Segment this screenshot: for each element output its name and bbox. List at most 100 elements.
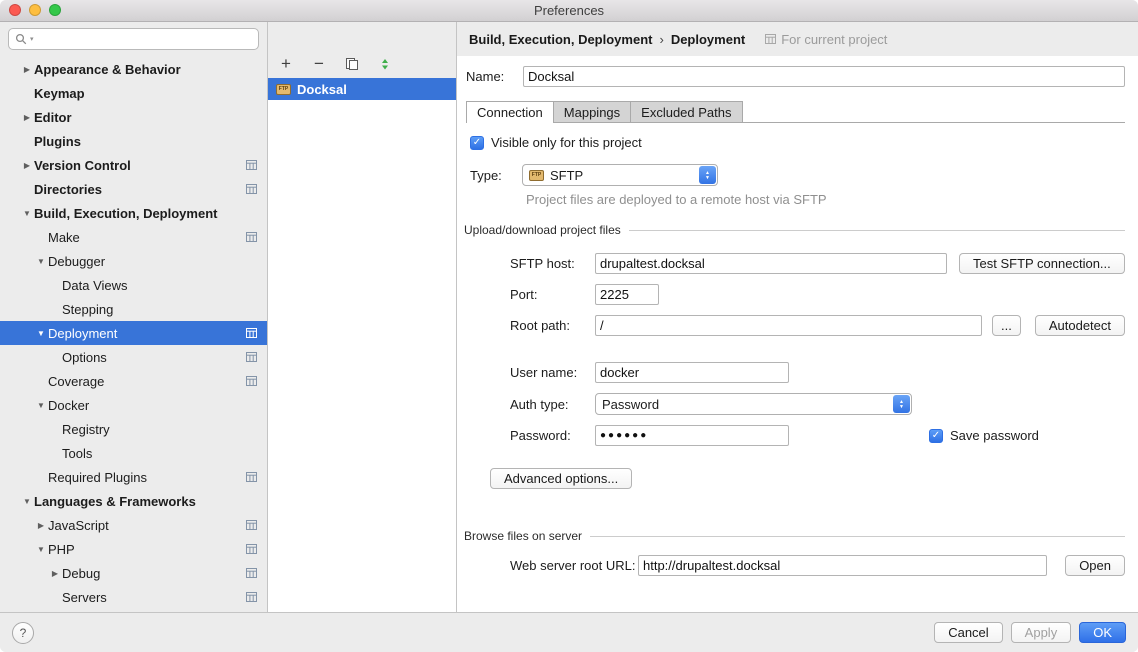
tree-right-arrow-icon[interactable]: ▶ <box>20 113 34 122</box>
server-toolbar: + − <box>268 22 456 78</box>
web-server-root-input[interactable] <box>638 555 1047 576</box>
tree-right-arrow-icon[interactable]: ▶ <box>20 65 34 74</box>
tree-down-arrow-icon[interactable]: ▼ <box>34 401 48 410</box>
advanced-options-row: Advanced options... <box>490 468 1125 489</box>
autodetect-button[interactable]: Autodetect <box>1035 315 1125 336</box>
sidebar-item-registry[interactable]: Registry <box>0 417 267 441</box>
tab-excluded-paths[interactable]: Excluded Paths <box>630 101 742 122</box>
sidebar-item-docker[interactable]: ▼Docker <box>0 393 267 417</box>
server-panel: + − FTPDocksal <box>267 22 457 612</box>
visible-only-row: Visible only for this project <box>470 135 1125 150</box>
web-server-root-row: Web server root URL: Open <box>510 555 1125 576</box>
tab-bar: ConnectionMappingsExcluded Paths <box>466 101 1125 123</box>
visible-only-checkbox[interactable] <box>470 136 484 150</box>
port-input[interactable] <box>595 284 659 305</box>
port-row: Port: <box>510 284 1125 305</box>
sidebar-item-php[interactable]: ▼PHP <box>0 537 267 561</box>
tree-down-arrow-icon[interactable]: ▼ <box>34 257 48 266</box>
breadcrumb-item-current: Deployment <box>671 32 745 47</box>
sidebar-item-build-execution-deployment[interactable]: ▼Build, Execution, Deployment <box>0 201 267 225</box>
web-server-root-label: Web server root URL: <box>510 558 638 573</box>
server-list: FTPDocksal <box>268 78 456 612</box>
sidebar-item-label: Required Plugins <box>48 470 147 485</box>
search-input[interactable] <box>37 30 252 48</box>
title-bar: Preferences <box>0 0 1138 22</box>
password-input[interactable] <box>595 425 789 446</box>
current-project-icon <box>765 34 776 44</box>
search-history-arrow-icon[interactable]: ▾ <box>30 35 34 43</box>
ok-button[interactable]: OK <box>1079 622 1126 643</box>
test-sftp-connection-button[interactable]: Test SFTP connection... <box>959 253 1125 274</box>
settings-tree: ▶Appearance & BehaviorKeymap▶EditorPlugi… <box>0 52 267 612</box>
name-input[interactable] <box>523 66 1125 87</box>
sidebar-item-debugger[interactable]: ▼Debugger <box>0 249 267 273</box>
sidebar-item-appearance-behavior[interactable]: ▶Appearance & Behavior <box>0 57 267 81</box>
browse-root-button[interactable]: ... <box>992 315 1021 336</box>
sidebar-item-debug[interactable]: ▶Debug <box>0 561 267 585</box>
auth-type-dropdown[interactable]: Password ▲▼ <box>595 393 912 415</box>
search-bar[interactable]: ▾ <box>8 28 259 50</box>
sidebar-item-label: Stepping <box>62 302 113 317</box>
close-button[interactable] <box>9 4 21 16</box>
sidebar-item-stepping[interactable]: Stepping <box>0 297 267 321</box>
user-name-input[interactable] <box>595 362 789 383</box>
reorder-servers-button[interactable] <box>377 56 393 72</box>
type-hint: Project files are deployed to a remote h… <box>526 192 1125 207</box>
open-button[interactable]: Open <box>1065 555 1125 576</box>
tree-right-arrow-icon[interactable]: ▶ <box>34 521 48 530</box>
sidebar-item-javascript[interactable]: ▶JavaScript <box>0 513 267 537</box>
sidebar-item-options[interactable]: Options <box>0 345 267 369</box>
sidebar-item-servers[interactable]: Servers <box>0 585 267 609</box>
section-divider <box>590 536 1125 537</box>
root-path-input[interactable] <box>595 315 982 336</box>
tree-right-arrow-icon[interactable]: ▶ <box>48 569 62 578</box>
sidebar-item-make[interactable]: Make <box>0 225 267 249</box>
footer: ? Cancel Apply OK <box>0 612 1138 652</box>
sidebar-item-plugins[interactable]: Plugins <box>0 129 267 153</box>
apply-button[interactable]: Apply <box>1011 622 1072 643</box>
sidebar-item-label: Deployment <box>48 326 117 341</box>
project-settings-icon <box>246 568 257 578</box>
sidebar-item-keymap[interactable]: Keymap <box>0 81 267 105</box>
tab-connection[interactable]: Connection <box>466 101 554 122</box>
help-button[interactable]: ? <box>12 622 34 644</box>
sidebar-item-languages-frameworks[interactable]: ▼Languages & Frameworks <box>0 489 267 513</box>
sftp-host-input[interactable] <box>595 253 947 274</box>
root-path-row: Root path: ... Autodetect <box>510 315 1125 336</box>
project-settings-icon <box>246 520 257 530</box>
sidebar-item-version-control[interactable]: ▶Version Control <box>0 153 267 177</box>
save-password-checkbox[interactable] <box>929 429 943 443</box>
sidebar-item-label: Appearance & Behavior <box>34 62 181 77</box>
zoom-button[interactable] <box>49 4 61 16</box>
type-label: Type: <box>470 168 522 183</box>
sidebar-item-data-views[interactable]: Data Views <box>0 273 267 297</box>
project-settings-icon <box>246 328 257 338</box>
remove-server-button[interactable]: − <box>311 56 327 72</box>
sftp-icon: FTP <box>529 170 544 181</box>
sidebar-item-required-plugins[interactable]: Required Plugins <box>0 465 267 489</box>
add-server-button[interactable]: + <box>278 56 294 72</box>
tree-down-arrow-icon[interactable]: ▼ <box>34 545 48 554</box>
advanced-options-button[interactable]: Advanced options... <box>490 468 632 489</box>
tree-down-arrow-icon[interactable]: ▼ <box>20 209 34 218</box>
sidebar-item-label: Options <box>62 350 107 365</box>
sidebar-item-editor[interactable]: ▶Editor <box>0 105 267 129</box>
sidebar-item-directories[interactable]: Directories <box>0 177 267 201</box>
tree-down-arrow-icon[interactable]: ▼ <box>34 329 48 338</box>
sidebar-item-coverage[interactable]: Coverage <box>0 369 267 393</box>
type-dropdown[interactable]: FTP SFTP ▲▼ <box>522 164 718 186</box>
tree-right-arrow-icon[interactable]: ▶ <box>20 161 34 170</box>
breadcrumb-item-parent[interactable]: Build, Execution, Deployment <box>469 32 652 47</box>
project-settings-icon <box>246 544 257 554</box>
server-item-docksal[interactable]: FTPDocksal <box>268 78 456 100</box>
sidebar-item-deployment[interactable]: ▼Deployment <box>0 321 267 345</box>
sidebar-item-label: Debug <box>62 566 100 581</box>
cancel-button[interactable]: Cancel <box>934 622 1002 643</box>
copy-server-button[interactable] <box>344 56 360 72</box>
minimize-button[interactable] <box>29 4 41 16</box>
tree-down-arrow-icon[interactable]: ▼ <box>20 497 34 506</box>
tab-mappings[interactable]: Mappings <box>553 101 631 122</box>
user-name-row: User name: <box>510 362 1125 383</box>
sidebar-item-tools[interactable]: Tools <box>0 441 267 465</box>
upload-section-title: Upload/download project files <box>464 223 621 237</box>
